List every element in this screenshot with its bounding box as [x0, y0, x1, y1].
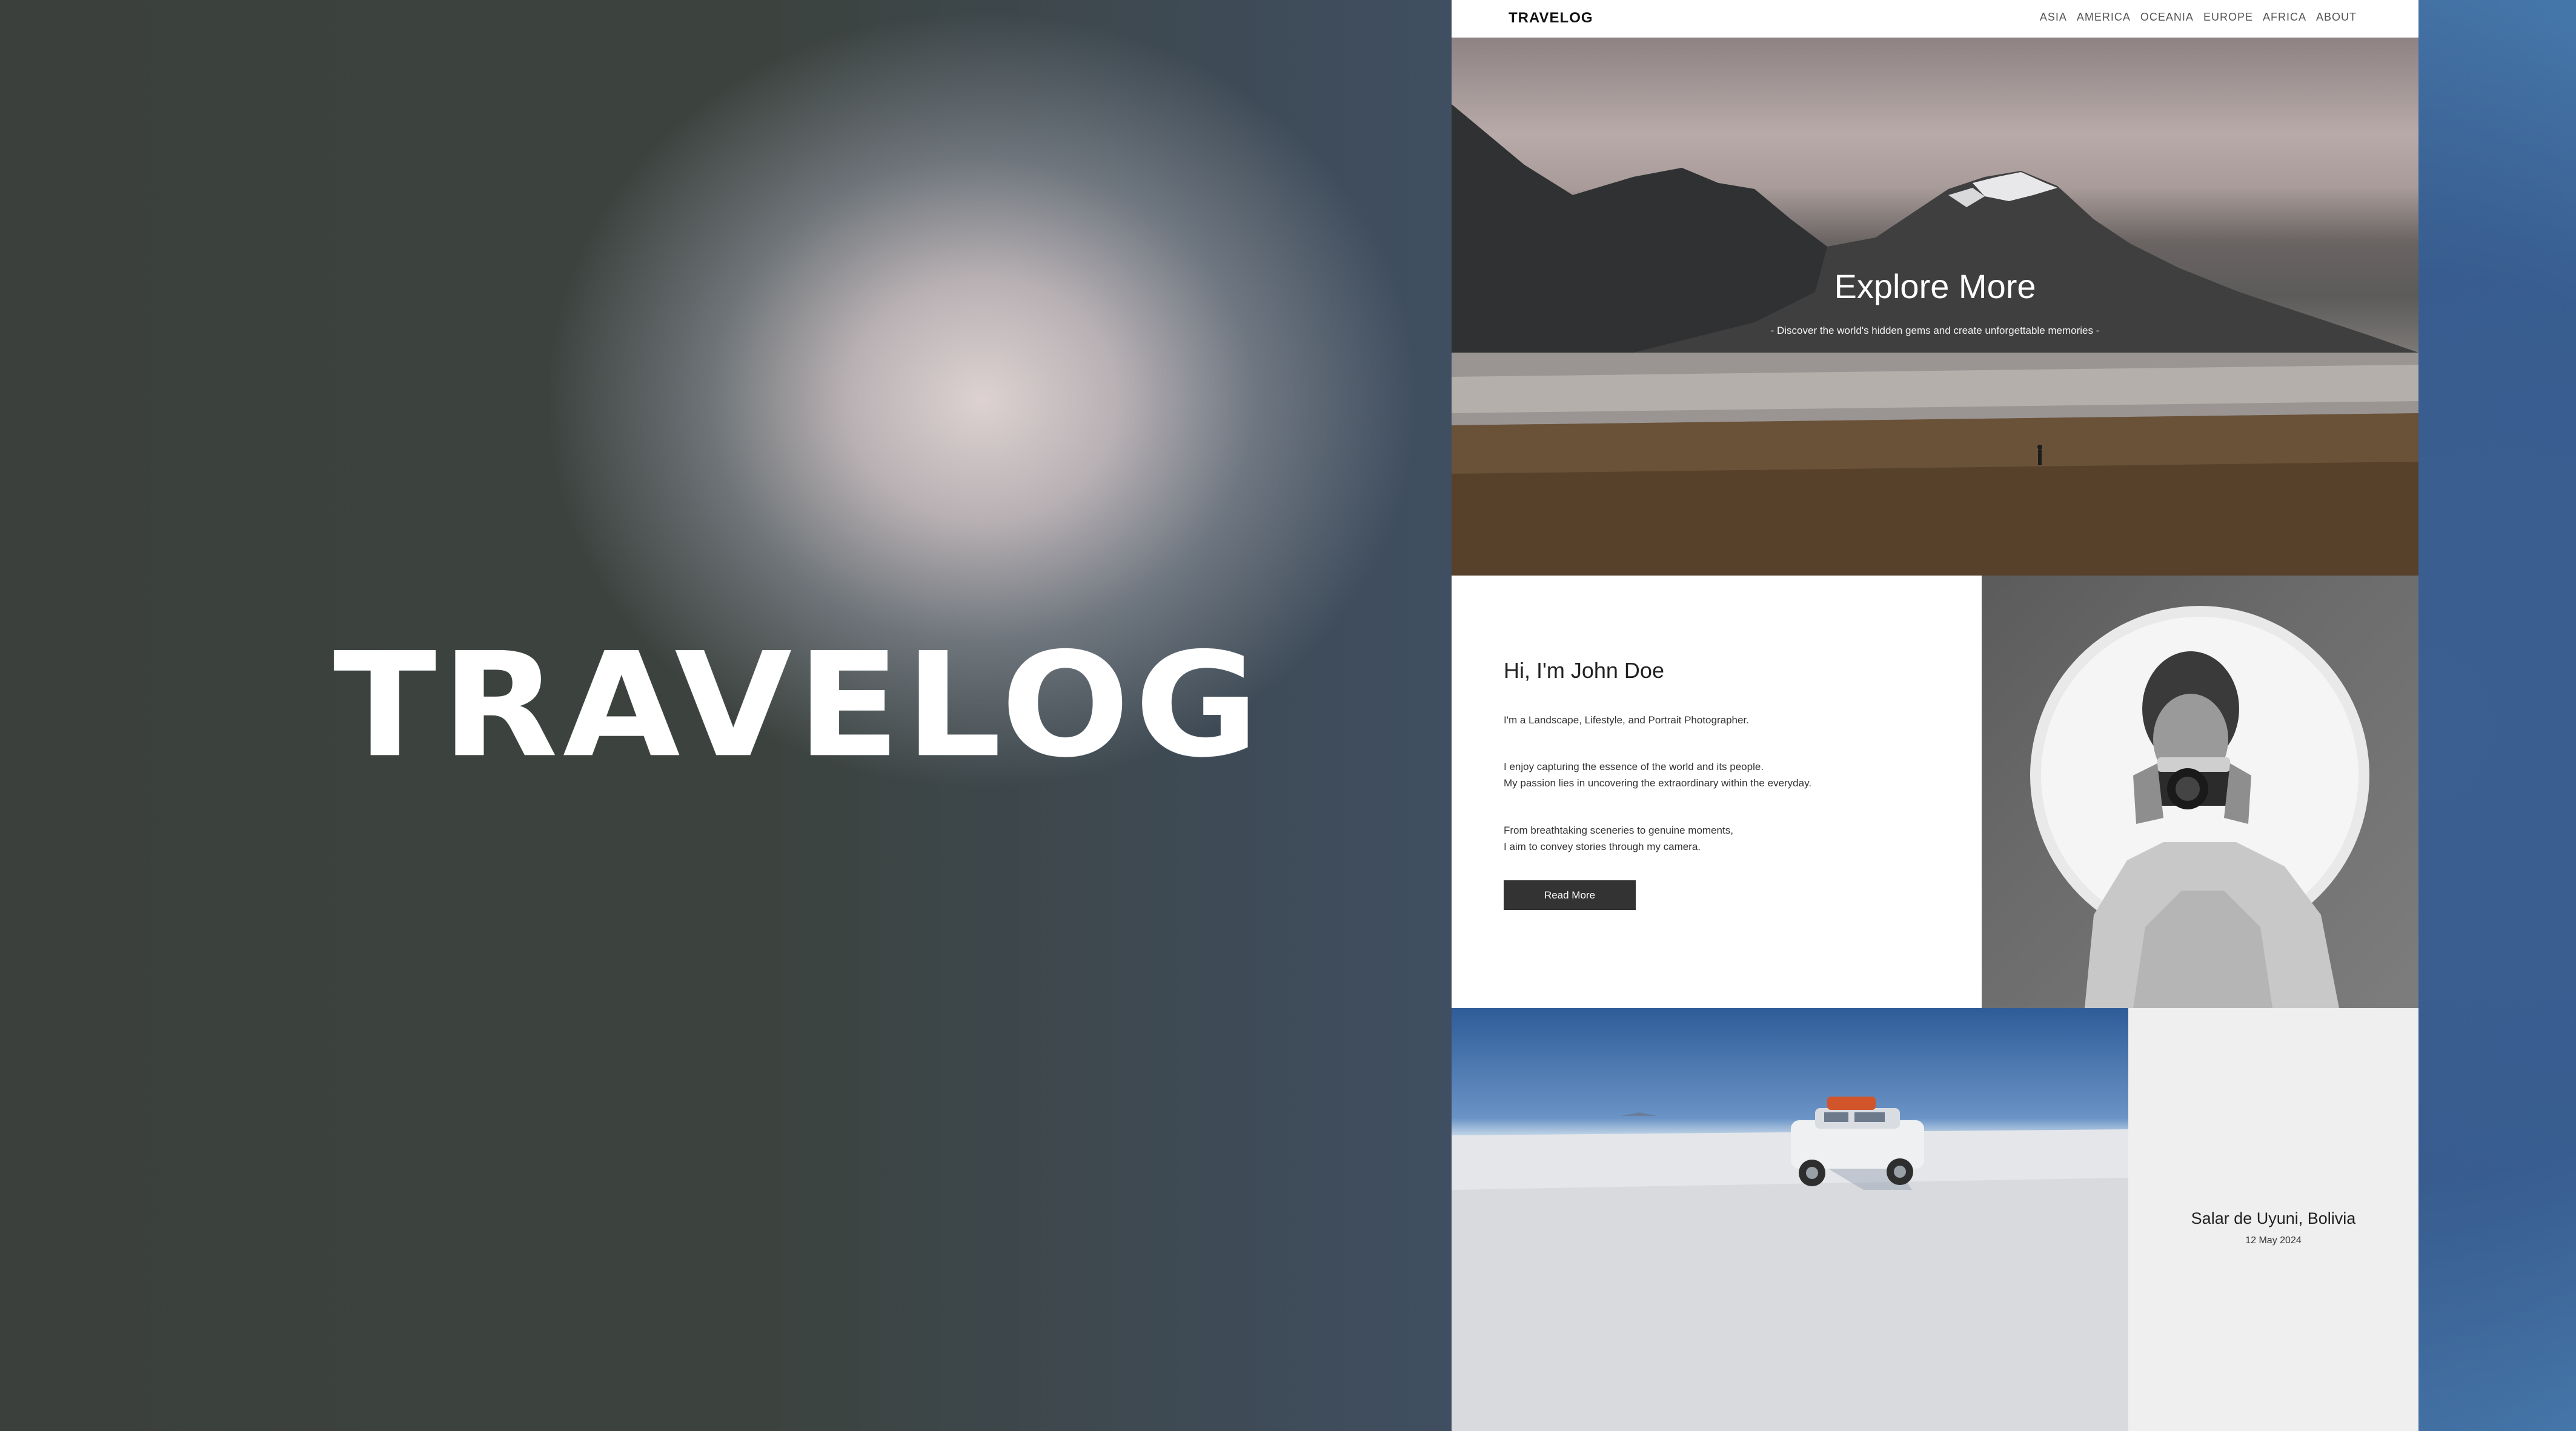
hero-banner: Explore More - Discover the world's hidd…: [1452, 38, 2418, 576]
hero-subtitle: - Discover the world's hidden gems and c…: [1770, 325, 2100, 336]
website-mockup: TRAVELOG ASIA AMERICA OCEANIA EUROPE AFR…: [1452, 0, 2418, 1431]
featured-date: 12 May 2024: [2245, 1235, 2302, 1246]
salar-de-uyuni-photo: [1452, 1008, 2128, 1431]
about-section: Hi, I'm John Doe I'm a Landscape, Lifest…: [1452, 576, 1982, 1008]
about-heading: Hi, I'm John Doe: [1504, 658, 1664, 683]
hero-title: Explore More: [1834, 267, 2036, 305]
featured-caption: Salar de Uyuni, Bolivia 12 May 2024: [2128, 1008, 2418, 1431]
about-intro: I'm a Landscape, Lifestyle, and Portrait…: [1504, 714, 1749, 726]
nav-item-asia[interactable]: ASIA: [2040, 11, 2067, 24]
nav-item-oceania[interactable]: OCEANIA: [2140, 11, 2194, 24]
featured-place[interactable]: Salar de Uyuni, Bolivia: [2128, 1209, 2418, 1228]
mountain-lake-photo: [1452, 104, 2418, 576]
travelog-wordmark: TRAVELOG: [333, 621, 1264, 789]
about-passion: I enjoy capturing the essence of the wor…: [1504, 761, 1812, 789]
read-more-button[interactable]: Read More: [1504, 880, 1636, 910]
nav-item-africa[interactable]: AFRICA: [2263, 11, 2306, 24]
nav-menu: ASIA AMERICA OCEANIA EUROPE AFRICA ABOUT: [2040, 11, 2357, 24]
nav-item-about[interactable]: ABOUT: [2316, 11, 2357, 24]
nav-item-america[interactable]: AMERICA: [2077, 11, 2131, 24]
site-logo[interactable]: TRAVELOG: [1509, 10, 1593, 27]
photographer-portrait: [1982, 576, 2418, 1008]
nav-item-europe[interactable]: EUROPE: [2203, 11, 2253, 24]
top-navigation: TRAVELOG ASIA AMERICA OCEANIA EUROPE AFR…: [1452, 0, 2418, 38]
about-story: From breathtaking sceneries to genuine m…: [1504, 825, 1733, 852]
